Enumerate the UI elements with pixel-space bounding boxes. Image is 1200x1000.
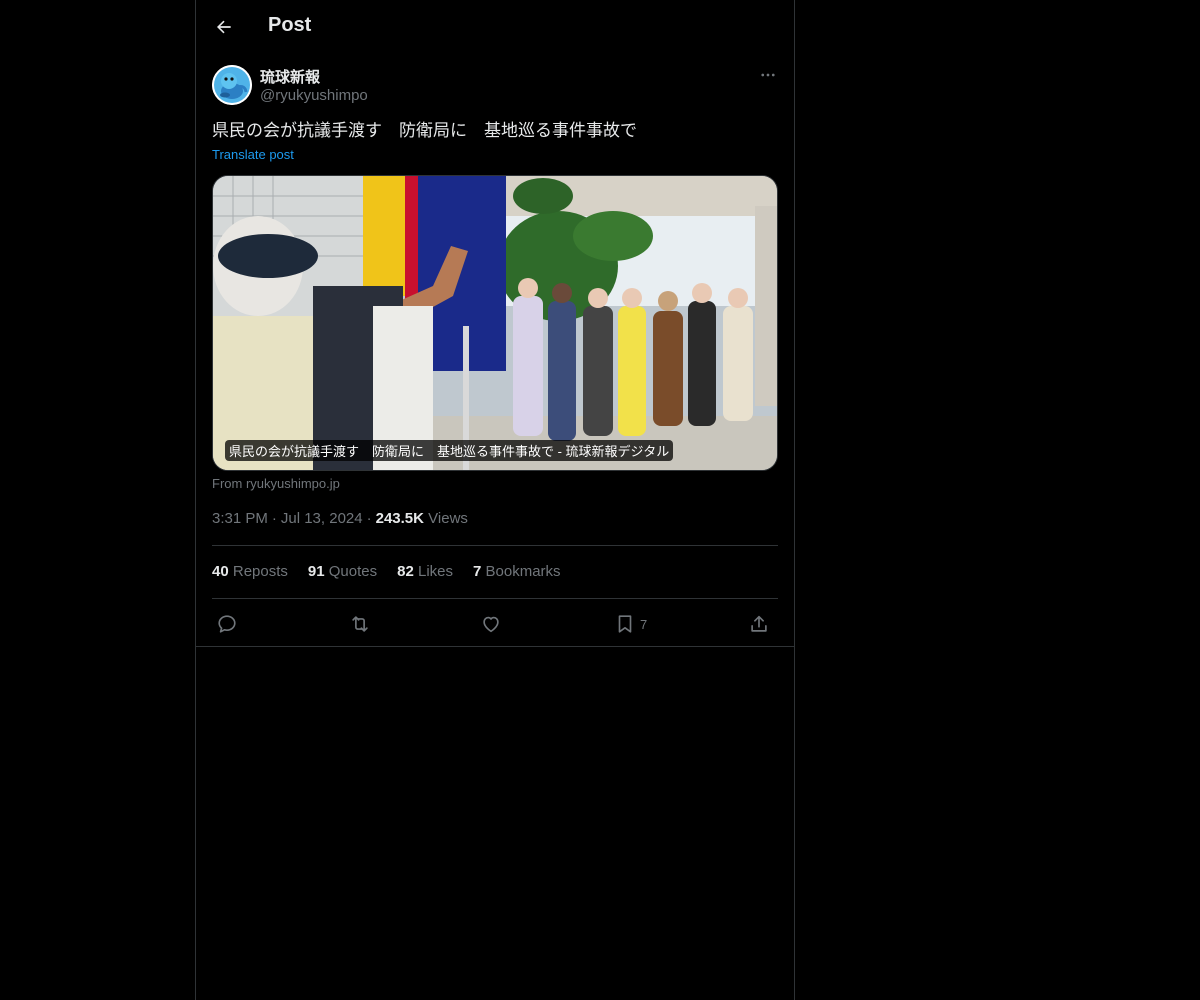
link-card[interactable]: 県民の会が抗議手渡す 防衛局に 基地巡る事件事故で - 琉球新報デジタル	[212, 175, 778, 471]
author-handle[interactable]: @ryukyushimpo	[260, 87, 368, 104]
bookmark-button[interactable]: 7	[614, 612, 647, 636]
divider	[212, 598, 778, 599]
likes-stat[interactable]: 82 Likes	[397, 563, 453, 580]
back-button[interactable]	[208, 11, 240, 43]
arrow-left-icon	[217, 20, 231, 34]
meta-separator: ·	[271, 510, 277, 527]
divider	[196, 646, 794, 647]
quotes-stat[interactable]: 91 Quotes	[308, 563, 377, 580]
likes-count: 82	[397, 563, 414, 580]
quotes-label: Quotes	[328, 563, 378, 580]
card-image	[213, 176, 777, 470]
share-button[interactable]	[748, 612, 770, 636]
views-label: Views	[428, 510, 468, 527]
reply-button[interactable]	[216, 612, 238, 636]
repost-icon	[352, 616, 368, 632]
post-stats: 40 Reposts 91 Quotes 82 Likes 7 Bookmark…	[212, 563, 561, 580]
reposts-stat[interactable]: 40 Reposts	[212, 563, 288, 580]
post-time[interactable]: 3:31 PM	[212, 510, 268, 527]
bookmarks-count: 7	[473, 563, 482, 580]
avatar[interactable]	[212, 65, 252, 105]
page-header: Post	[196, 0, 794, 54]
card-caption: 県民の会が抗議手渡す 防衛局に 基地巡る事件事故で - 琉球新報デジタル	[225, 440, 674, 461]
reposts-count: 40	[212, 563, 229, 580]
post-author: 琉球新報 @ryukyushimpo	[212, 65, 778, 107]
post-date[interactable]: Jul 13, 2024	[281, 510, 363, 527]
views-count: 243.5K	[375, 510, 424, 527]
translate-post-link[interactable]: Translate post	[212, 147, 294, 162]
reposts-label: Reposts	[232, 563, 288, 580]
repost-button[interactable]	[349, 612, 371, 636]
more-button[interactable]	[758, 65, 778, 85]
divider	[212, 545, 778, 546]
page-title: Post	[268, 14, 312, 36]
bookmark-icon	[618, 615, 632, 633]
heart-icon	[483, 616, 499, 633]
post-meta: 3:31 PM · Jul 13, 2024 · 243.5K Views	[212, 510, 468, 527]
bookmark-count: 7	[640, 616, 648, 632]
bookmarks-stat[interactable]: 7 Bookmarks	[473, 563, 561, 580]
meta-separator: ·	[366, 510, 372, 527]
post-text: 県民の会が抗議手渡す 防衛局に 基地巡る事件事故で	[212, 121, 637, 140]
more-horizontal-icon	[761, 73, 775, 77]
share-icon	[751, 615, 767, 632]
bookmarks-label: Bookmarks	[485, 563, 561, 580]
post-column: Post 琉球新報 @ryukyushimpo 県民の会が抗議手渡す 防衛局に …	[195, 0, 795, 1000]
likes-label: Likes	[417, 563, 454, 580]
author-name[interactable]: 琉球新報	[260, 66, 320, 87]
like-button[interactable]	[480, 612, 502, 636]
reply-icon	[218, 615, 236, 633]
quotes-count: 91	[307, 563, 325, 580]
card-source[interactable]: From ryukyushimpo.jp	[212, 476, 340, 491]
mascot-avatar-icon	[212, 65, 252, 105]
action-bar: 7	[212, 610, 778, 638]
